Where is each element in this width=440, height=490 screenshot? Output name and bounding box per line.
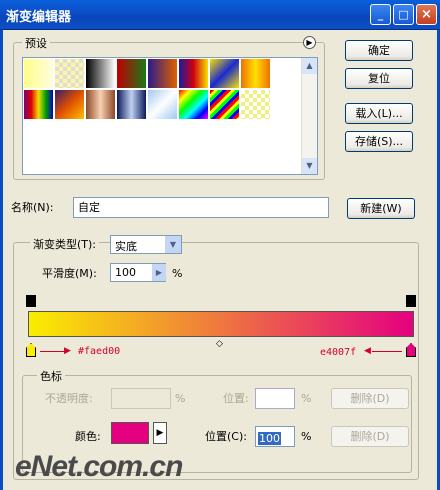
color-location-label: 位置(C): [205, 430, 247, 443]
opacity-location-field [255, 388, 295, 409]
scroll-up-icon[interactable]: ▲ [302, 58, 317, 74]
gradient-type-label: 渐变类型(T): [30, 236, 100, 252]
preset-swatch[interactable] [210, 59, 240, 89]
gradient-preview-bar[interactable] [28, 311, 414, 337]
annotation-left: #faed00 [78, 346, 121, 357]
opacity-location-unit: % [301, 392, 312, 405]
color-label: 颜色: [75, 430, 101, 443]
color-delete-button: 删除(D) [331, 426, 409, 447]
name-field[interactable]: 自定 [73, 197, 329, 218]
color-location-unit: % [301, 430, 312, 443]
reset-button[interactable]: 复位 [345, 68, 413, 89]
title-bar: 渐变编辑器 _ □ × [0, 0, 440, 30]
annotation-arrow-right [372, 351, 402, 352]
gradient-type-select[interactable]: 实底 ▼ [110, 235, 182, 254]
smoothness-label: 平滑度(M): [42, 267, 97, 280]
preset-scrollbar[interactable]: ▲ ▼ [301, 58, 317, 174]
gradient-type-value: 实底 [115, 240, 137, 253]
opacity-stop-right[interactable] [406, 295, 416, 307]
preset-swatch[interactable] [148, 90, 178, 120]
new-button[interactable]: 新建(W) [347, 198, 415, 219]
color-menu-arrow-icon[interactable]: ▶ [153, 422, 167, 444]
gradient-editor-window: 预设 ▶ ▲ ▼ 确定 复位 载入(L)... 存储(S)... 名称(N): … [0, 30, 440, 490]
smoothness-unit: % [172, 267, 183, 280]
gradient-group: 渐变类型(T): 实底 ▼ 平滑度(M): 100 ▶ % ◇ ▶ #faed0… [13, 235, 419, 480]
color-location-field[interactable]: 100 [255, 426, 295, 447]
chevron-down-icon[interactable]: ▼ [165, 236, 181, 253]
color-stop-right[interactable] [406, 343, 416, 357]
color-stop-left[interactable] [26, 343, 36, 357]
circle-arrow-right-icon[interactable]: ▶ [303, 36, 316, 49]
preset-swatch[interactable] [55, 59, 85, 89]
opacity-unit: % [175, 392, 186, 405]
annotation-right: e4007f [320, 347, 357, 358]
preset-swatch[interactable] [241, 59, 271, 89]
preset-swatch[interactable] [117, 90, 147, 120]
name-label: 名称(N): [11, 201, 54, 214]
preset-swatch[interactable] [55, 90, 85, 120]
preset-swatch[interactable] [86, 59, 116, 89]
preset-swatch[interactable] [210, 90, 240, 120]
presets-label: 预设 [22, 35, 50, 51]
opacity-field [111, 388, 171, 409]
opacity-location-label: 位置: [223, 392, 249, 405]
presets-group: 预设 ▶ ▲ ▼ [13, 35, 325, 180]
ok-button[interactable]: 确定 [345, 40, 413, 61]
save-button[interactable]: 存储(S)... [345, 131, 413, 152]
stops-label: 色标 [37, 368, 65, 384]
midpoint-diamond-icon[interactable]: ◇ [216, 339, 223, 349]
load-button[interactable]: 载入(L)... [345, 103, 413, 124]
watermark: eNet.com.cn [15, 450, 183, 483]
preset-swatch[interactable] [179, 90, 209, 120]
preset-swatch[interactable] [241, 90, 271, 120]
scroll-down-icon[interactable]: ▼ [302, 158, 317, 174]
color-location-value: 100 [258, 432, 281, 445]
arrow-left-icon: ◀ [364, 346, 371, 356]
preset-swatch[interactable] [117, 59, 147, 89]
opacity-delete-button: 删除(D) [331, 388, 409, 409]
preset-swatch[interactable] [24, 59, 54, 89]
window-title: 渐变编辑器 [6, 10, 72, 25]
preset-swatch[interactable] [148, 59, 178, 89]
preset-swatch[interactable] [24, 90, 54, 120]
opacity-label: 不透明度: [45, 392, 93, 405]
smoothness-arrow-icon[interactable]: ▶ [152, 264, 166, 281]
preset-swatch[interactable] [86, 90, 116, 120]
color-swatch[interactable] [111, 422, 149, 444]
arrow-right-icon: ▶ [64, 346, 71, 356]
close-button[interactable]: × [416, 4, 437, 25]
preset-swatch-grid: ▲ ▼ [22, 57, 318, 175]
preset-swatch[interactable] [179, 59, 209, 89]
maximize-button[interactable]: □ [393, 4, 414, 25]
minimize-button[interactable]: _ [370, 4, 391, 25]
opacity-stop-left[interactable] [26, 295, 36, 307]
